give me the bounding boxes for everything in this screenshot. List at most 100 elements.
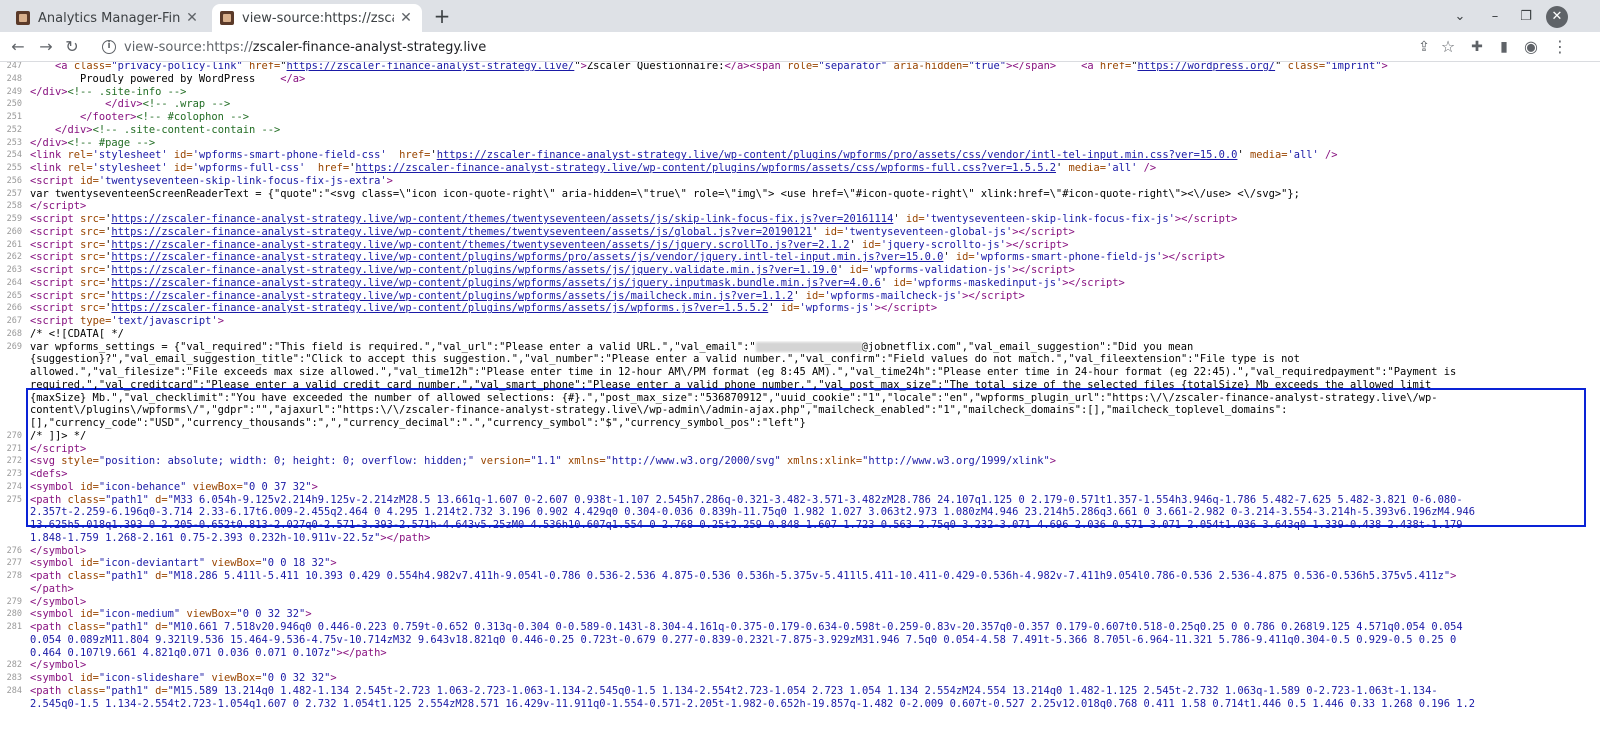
source-line: allowed.","val_filesize":"File exceeds m… — [0, 366, 1600, 379]
source-line: 283 <symbol id="icon-slideshare" viewBox=… — [0, 672, 1600, 685]
source-line: required.","val_creditcard":"Please ente… — [0, 379, 1600, 392]
redacted-email — [755, 341, 862, 352]
line-code: /* ]]> */ — [30, 429, 87, 442]
line-code: </div><!-- .wrap --> — [105, 98, 231, 111]
line-code: </div><!-- .site-content-contain --> — [55, 123, 281, 136]
source-link[interactable]: https://zscaler-finance-analyst-strategy… — [355, 162, 1056, 174]
line-code: <svg style="position: absolute; width: 0… — [30, 455, 1057, 468]
line-number: 278 — [6, 571, 22, 581]
line-code: {maxSize} Mb.","val_checklimit":"You hav… — [30, 391, 1438, 404]
line-number: 258 — [6, 201, 22, 212]
line-number: 254 — [6, 150, 22, 161]
source-line: 259 <script src='https://zscaler-finance-… — [0, 213, 1600, 226]
source-line: </path> — [0, 583, 1600, 596]
source-line: 284 <path class="path1" d="M15.589 13.214… — [0, 685, 1600, 698]
tab-title: Analytics Manager-Finan — [38, 10, 180, 26]
line-code: <symbol id="icon-slideshare" viewBox="0 … — [30, 672, 337, 684]
line-number: 276 — [6, 545, 22, 556]
line-number: 279 — [6, 596, 22, 607]
site-favicon-icon — [220, 11, 234, 25]
maximize-icon[interactable]: ❐ — [1515, 6, 1537, 28]
url-host: zscaler-finance-analyst-strategy.live — [252, 39, 487, 55]
menu-icon[interactable]: ⋮ — [1550, 37, 1570, 57]
source-line: 253 </div><!-- #page --> — [0, 137, 1600, 150]
forward-icon[interactable]: → — [36, 37, 56, 57]
new-tab-button[interactable]: + — [431, 6, 453, 28]
source-link[interactable]: https://zscaler-finance-analyst-strategy… — [111, 290, 793, 302]
address-bar[interactable]: i view-source:https://zscaler-finance-an… — [92, 35, 1410, 59]
source-line: 252 </div><!-- .site-content-contain --> — [0, 124, 1600, 137]
source-line: 258 </script> — [0, 200, 1600, 213]
profile-icon[interactable]: ◉ — [1521, 37, 1541, 57]
chevron-down-icon[interactable]: ⌄ — [1449, 6, 1471, 28]
line-code: <script src='https://zscaler-finance-ana… — [30, 238, 1069, 251]
close-tab-icon[interactable]: ✕ — [184, 10, 200, 26]
source-line: 275 <path class="path1" d="M33 6.054h-9.1… — [0, 494, 1600, 507]
line-code: 1.848-1.759 1.268-2.161 0.75-2.393 0.232… — [30, 531, 431, 544]
line-code: <script src='https://zscaler-finance-ana… — [30, 302, 938, 315]
line-code: <defs> — [30, 468, 68, 480]
line-code: /* <![CDATA[ */ — [30, 327, 124, 340]
tab-analytics-manager[interactable]: Analytics Manager-Finan ✕ — [8, 4, 208, 32]
line-number: 260 — [6, 226, 22, 237]
back-icon[interactable]: ← — [8, 37, 28, 57]
line-code: <script src='https://zscaler-finance-ana… — [30, 289, 1025, 302]
browser-toolbar: ← → ↻ i view-source:https://zscaler-fina… — [0, 32, 1600, 62]
source-line: 257 var twentyseventeenScreenReaderText =… — [0, 188, 1600, 201]
line-code: <path class="path1" d="M15.589 13.214q0 … — [30, 684, 1438, 697]
reload-icon[interactable]: ↻ — [62, 37, 82, 57]
source-line: 264 <script src='https://zscaler-finance-… — [0, 277, 1600, 290]
line-number: 262 — [6, 252, 22, 263]
source-viewer[interactable]: 247 <a class="privacy-policy-link" href=… — [0, 62, 1600, 735]
source-line: 267 <script type='text/javascript'> — [0, 315, 1600, 328]
line-code: 2.545q0-1.5 1.134-2.554t2.723-1.054q1.60… — [30, 697, 1476, 710]
line-code: </footer><!-- #colophon --> — [80, 111, 249, 123]
source-link[interactable]: https://wordpress.org/ — [1137, 62, 1275, 72]
line-code: <link rel='stylesheet' id='wpforms-full-… — [30, 162, 1157, 174]
extensions-icon[interactable]: ✚ — [1467, 37, 1487, 57]
line-number: 264 — [6, 277, 22, 288]
source-link[interactable]: https://zscaler-finance-analyst-strategy… — [111, 239, 849, 251]
source-link[interactable]: https://zscaler-finance-analyst-strategy… — [111, 213, 893, 225]
source-line: 255 <link rel='stylesheet' id='wpforms-fu… — [0, 162, 1600, 175]
minimize-icon[interactable]: – — [1484, 6, 1506, 28]
line-number: 275 — [6, 494, 22, 505]
line-code: </symbol> — [30, 659, 87, 672]
source-link[interactable]: https://zscaler-finance-analyst-strategy… — [287, 62, 575, 72]
sidepanel-icon[interactable]: ▮ — [1494, 37, 1514, 57]
line-number: 257 — [6, 188, 22, 199]
site-favicon-icon — [16, 11, 30, 25]
line-number: 282 — [6, 660, 22, 671]
line-code: <path class="path1" d="M18.286 5.411l-5.… — [30, 570, 1457, 582]
line-number: 248 — [6, 73, 22, 84]
source-line: 279 </symbol> — [0, 596, 1600, 609]
source-link[interactable]: https://zscaler-finance-analyst-strategy… — [111, 226, 812, 238]
line-number: 261 — [6, 239, 22, 250]
line-number: 277 — [6, 558, 22, 569]
source-link[interactable]: https://zscaler-finance-analyst-strategy… — [437, 149, 1238, 161]
line-number: 271 — [6, 443, 22, 454]
source-line: 254 <link rel='stylesheet' id='wpforms-sm… — [0, 149, 1600, 162]
line-code: <script type='text/javascript'> — [30, 315, 224, 327]
star-icon[interactable]: ☆ — [1438, 37, 1458, 57]
line-number: 280 — [6, 609, 22, 620]
source-link[interactable]: https://zscaler-finance-analyst-strategy… — [111, 302, 768, 314]
source-link[interactable]: https://zscaler-finance-analyst-strategy… — [111, 251, 943, 263]
line-number: 268 — [6, 328, 22, 339]
source-link[interactable]: https://zscaler-finance-analyst-strategy… — [111, 277, 880, 289]
share-icon[interactable]: ⇪ — [1414, 37, 1434, 57]
info-icon[interactable]: i — [102, 40, 116, 54]
close-tab-icon[interactable]: ✕ — [398, 10, 414, 26]
close-icon[interactable]: ✕ — [1546, 6, 1568, 28]
line-code: <symbol id="icon-deviantart" viewBox="0 … — [30, 557, 337, 570]
source-link[interactable]: https://zscaler-finance-analyst-strategy… — [111, 264, 837, 276]
line-code: required.","val_creditcard":"Please ente… — [30, 378, 1432, 391]
line-code: <script src='https://zscaler-finance-ana… — [30, 276, 1125, 289]
source-line: 262 <script src='https://zscaler-finance-… — [0, 251, 1600, 264]
line-code: <script src='https://zscaler-finance-ana… — [30, 251, 1225, 264]
line-code: Proudly powered by WordPress </a> — [30, 72, 306, 85]
tab-view-source[interactable]: view-source:https://zscal ✕ — [212, 4, 422, 32]
line-number: 273 — [6, 469, 22, 479]
source-line: 1.848-1.759 1.268-2.161 0.75-2.393 0.232… — [0, 532, 1600, 545]
line-code: [],"currency_code":"USD","currency_thous… — [30, 417, 806, 429]
